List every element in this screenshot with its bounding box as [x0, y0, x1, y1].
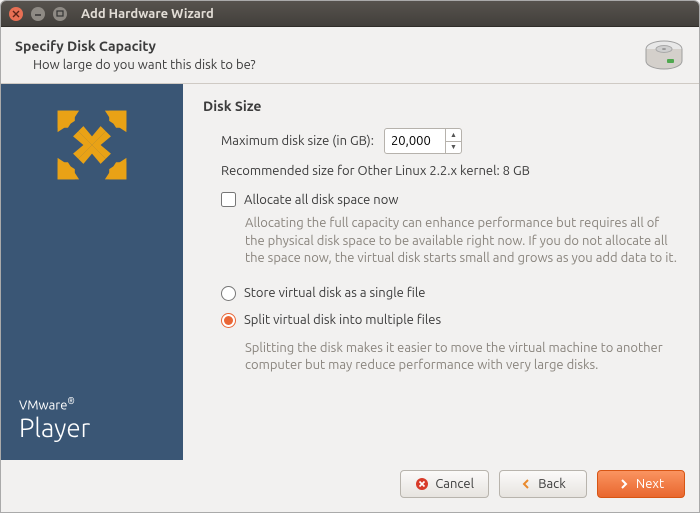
allocate-now-description: Allocating the full capacity can enhance… [245, 215, 679, 268]
window-minimize-button[interactable] [31, 7, 45, 21]
max-disk-size-input[interactable] [385, 129, 445, 153]
wizard-header: Specify Disk Capacity How large do you w… [1, 27, 699, 84]
wizard-footer: Cancel Back Next [1, 460, 699, 512]
cancel-icon [415, 477, 429, 491]
max-disk-size-spinner[interactable]: ▲ ▼ [384, 128, 462, 154]
max-disk-size-label: Maximum disk size (in GB): [221, 134, 374, 148]
wizard-window: Add Hardware Wizard Specify Disk Capacit… [0, 0, 700, 513]
allocate-now-label: Allocate all disk space now [244, 193, 398, 207]
allocate-now-checkbox[interactable] [221, 192, 236, 207]
next-label: Next [636, 477, 664, 491]
window-maximize-button[interactable] [53, 7, 67, 21]
hard-disk-icon [643, 37, 685, 73]
split-multiple-files-radio[interactable] [221, 313, 236, 328]
cancel-label: Cancel [435, 477, 474, 491]
brand-company: VMware® [19, 396, 165, 413]
section-title: Disk Size [203, 98, 679, 114]
brand-product: Player [19, 413, 165, 442]
window-title: Add Hardware Wizard [81, 7, 214, 21]
next-button[interactable]: Next [597, 470, 685, 498]
split-description: Splitting the disk makes it easier to mo… [245, 340, 679, 375]
spinner-up-button[interactable]: ▲ [446, 129, 461, 142]
store-single-file-radio[interactable] [221, 286, 236, 301]
titlebar: Add Hardware Wizard [1, 1, 699, 27]
vmware-logo-icon [49, 102, 135, 191]
recommended-size-text: Recommended size for Other Linux 2.2.x k… [221, 164, 679, 178]
split-multiple-files-label: Split virtual disk into multiple files [244, 313, 441, 327]
cancel-button[interactable]: Cancel [400, 470, 489, 498]
page-subtitle: How large do you want this disk to be? [33, 58, 631, 72]
branding-banner: VMware® Player [1, 84, 183, 460]
chevron-left-icon [520, 478, 532, 490]
page-title: Specify Disk Capacity [15, 38, 631, 54]
back-button[interactable]: Back [499, 470, 587, 498]
spinner-down-button[interactable]: ▼ [446, 142, 461, 154]
window-close-button[interactable] [9, 7, 23, 21]
store-single-file-label: Store virtual disk as a single file [244, 286, 425, 300]
chevron-right-icon [618, 478, 630, 490]
wizard-content: Disk Size Maximum disk size (in GB): ▲ ▼… [183, 84, 699, 460]
back-label: Back [538, 477, 566, 491]
